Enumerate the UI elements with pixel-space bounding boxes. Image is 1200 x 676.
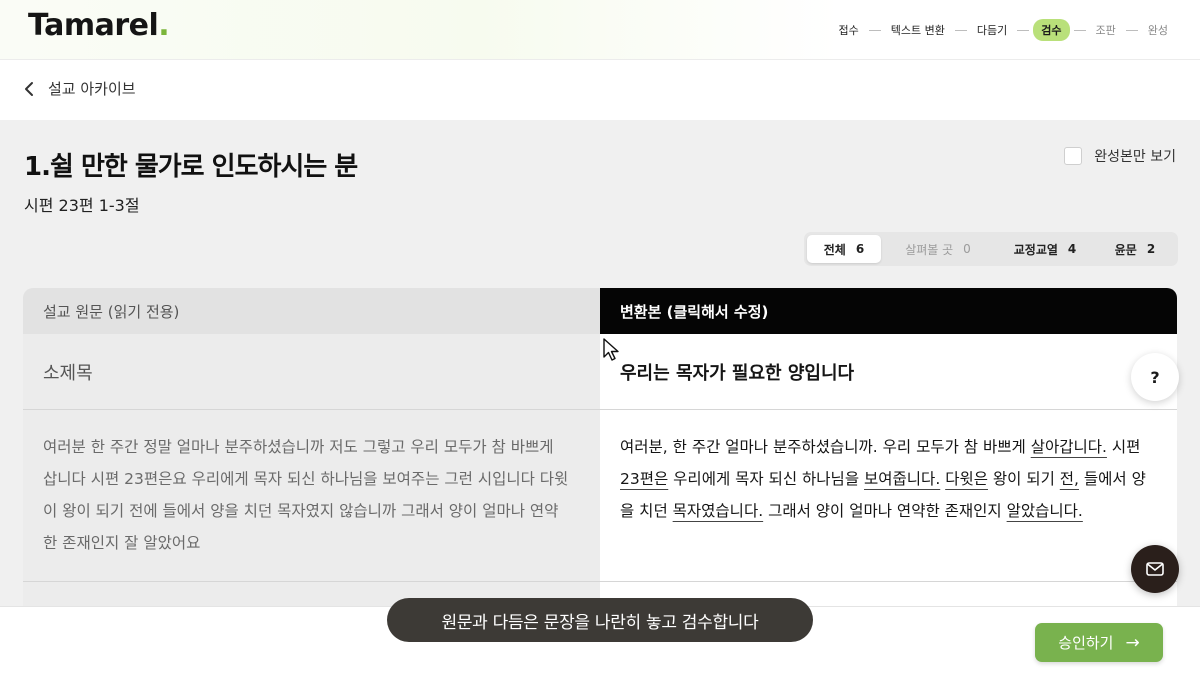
converted-cell[interactable]: 우리는 목자가 필요한 양입니다 <box>600 334 1177 409</box>
tab-label: 전체 <box>823 242 846 257</box>
text-segment: 그래서 양이 얼마나 연약한 존재인지 <box>763 502 1007 520</box>
edited-segment[interactable]: 23편은 <box>620 470 668 488</box>
text-segment: 왕이 되기 <box>987 470 1060 488</box>
mail-button[interactable] <box>1131 545 1179 593</box>
arrow-right-icon: → <box>1125 632 1140 653</box>
step-receive: 접수 <box>838 24 859 37</box>
tab-label: 윤문 <box>1114 242 1137 257</box>
progress-steps: 접수 텍스트 변환 다듬기 검수 조판 완성 <box>833 19 1174 41</box>
tab-label: 교정교열 <box>1013 242 1058 257</box>
step-separator <box>1125 29 1138 31</box>
brand-name: Tamarel <box>28 8 159 43</box>
tab-count: 6 <box>855 242 865 256</box>
chevron-left-icon <box>25 81 33 96</box>
tab-count: 4 <box>1067 242 1077 256</box>
mouse-cursor-icon <box>603 338 619 361</box>
step-review: 검수 <box>1033 19 1070 41</box>
only-completed-label: 완성본만 보기 <box>1094 149 1176 165</box>
top-header: Tamarel. 접수 텍스트 변환 다듬기 검수 조판 완성 <box>0 0 1200 60</box>
back-label: 설교 아카이브 <box>48 80 136 98</box>
brand-logo[interactable]: Tamarel. <box>28 8 170 43</box>
edited-segment[interactable]: 살아갑니다. <box>1031 438 1107 456</box>
tab-count: 0 <box>963 242 971 256</box>
text-segment: 여러분, 한 주간 얼마나 분주하셨습니까. 우리 모두가 참 바쁘게 <box>620 438 1031 456</box>
page-title: 1.쉴 만한 물가로 인도하시는 분 <box>24 152 358 182</box>
only-completed-toggle[interactable]: 완성본만 보기 <box>1064 146 1176 166</box>
text-segment: 시편 <box>1106 438 1141 456</box>
approve-label: 승인하기 <box>1058 634 1114 652</box>
text-segment: 우리에게 목자 되신 하나님을 <box>668 470 865 488</box>
step-complete: 완성 <box>1147 24 1168 37</box>
converted-column-header: 변환본 (클릭해서 수정) <box>600 288 1177 334</box>
step-separator <box>868 29 881 31</box>
step-separator <box>954 29 967 31</box>
table-row: 여러분 한 주간 정말 얼마나 분주하셨습니까 저도 그렇고 우리 모두가 참 … <box>23 410 1177 582</box>
edited-segment[interactable]: 목자였습니다. <box>673 502 764 520</box>
converted-cell[interactable]: 여러분, 한 주간 얼마나 분주하셨습니까. 우리 모두가 참 바쁘게 살아갑니… <box>600 410 1177 581</box>
original-column-header: 설교 원문 (읽기 전용) <box>23 288 600 334</box>
filter-tabs: 전체 6 살펴볼 곳 0 교정교열 4 윤문 2 <box>804 232 1178 266</box>
only-completed-checkbox[interactable] <box>1064 147 1083 165</box>
brand-dot: . <box>158 8 170 43</box>
help-button[interactable]: ? <box>1131 353 1179 401</box>
edited-segment[interactable]: 전, <box>1060 470 1079 488</box>
tab-polishing[interactable]: 윤문 2 <box>1095 235 1175 263</box>
back-button[interactable]: 설교 아카이브 <box>24 78 136 99</box>
back-bar: 설교 아카이브 <box>0 60 1200 120</box>
tab-count: 2 <box>1146 242 1156 256</box>
edited-segment[interactable]: 보여줍니다. <box>864 470 940 488</box>
scripture-reference: 시편 23편 1-3절 <box>24 196 140 215</box>
edited-segment[interactable]: 알았습니다. <box>1007 502 1083 520</box>
mail-icon <box>1146 562 1164 576</box>
approve-button[interactable]: 승인하기 → <box>1035 623 1163 662</box>
step-text-conversion: 텍스트 변환 <box>890 24 945 37</box>
step-separator <box>1073 29 1086 31</box>
caption-toast: 원문과 다듬은 문장을 나란히 놓고 검수합니다 <box>387 598 813 642</box>
tab-proofreading[interactable]: 교정교열 4 <box>995 235 1095 263</box>
edited-segment[interactable]: 다윗은 <box>945 470 988 488</box>
tab-label: 살펴볼 곳 <box>905 242 954 257</box>
table-header: 설교 원문 (읽기 전용) 변환본 (클릭해서 수정) <box>23 288 1177 334</box>
tab-to-check[interactable]: 살펴볼 곳 0 <box>881 235 995 263</box>
step-separator <box>1017 29 1030 31</box>
review-table: 설교 원문 (읽기 전용) 변환본 (클릭해서 수정) 소제목 우리는 목자가 … <box>23 288 1177 608</box>
original-cell: 여러분 한 주간 정말 얼마나 분주하셨습니까 저도 그렇고 우리 모두가 참 … <box>23 410 600 581</box>
table-row: 소제목 우리는 목자가 필요한 양입니다 <box>23 334 1177 410</box>
step-typesetting: 조판 <box>1095 24 1116 37</box>
original-cell: 소제목 <box>23 334 600 409</box>
step-refine: 다듬기 <box>976 24 1008 37</box>
help-label: ? <box>1150 367 1160 387</box>
tab-all[interactable]: 전체 6 <box>807 235 881 263</box>
